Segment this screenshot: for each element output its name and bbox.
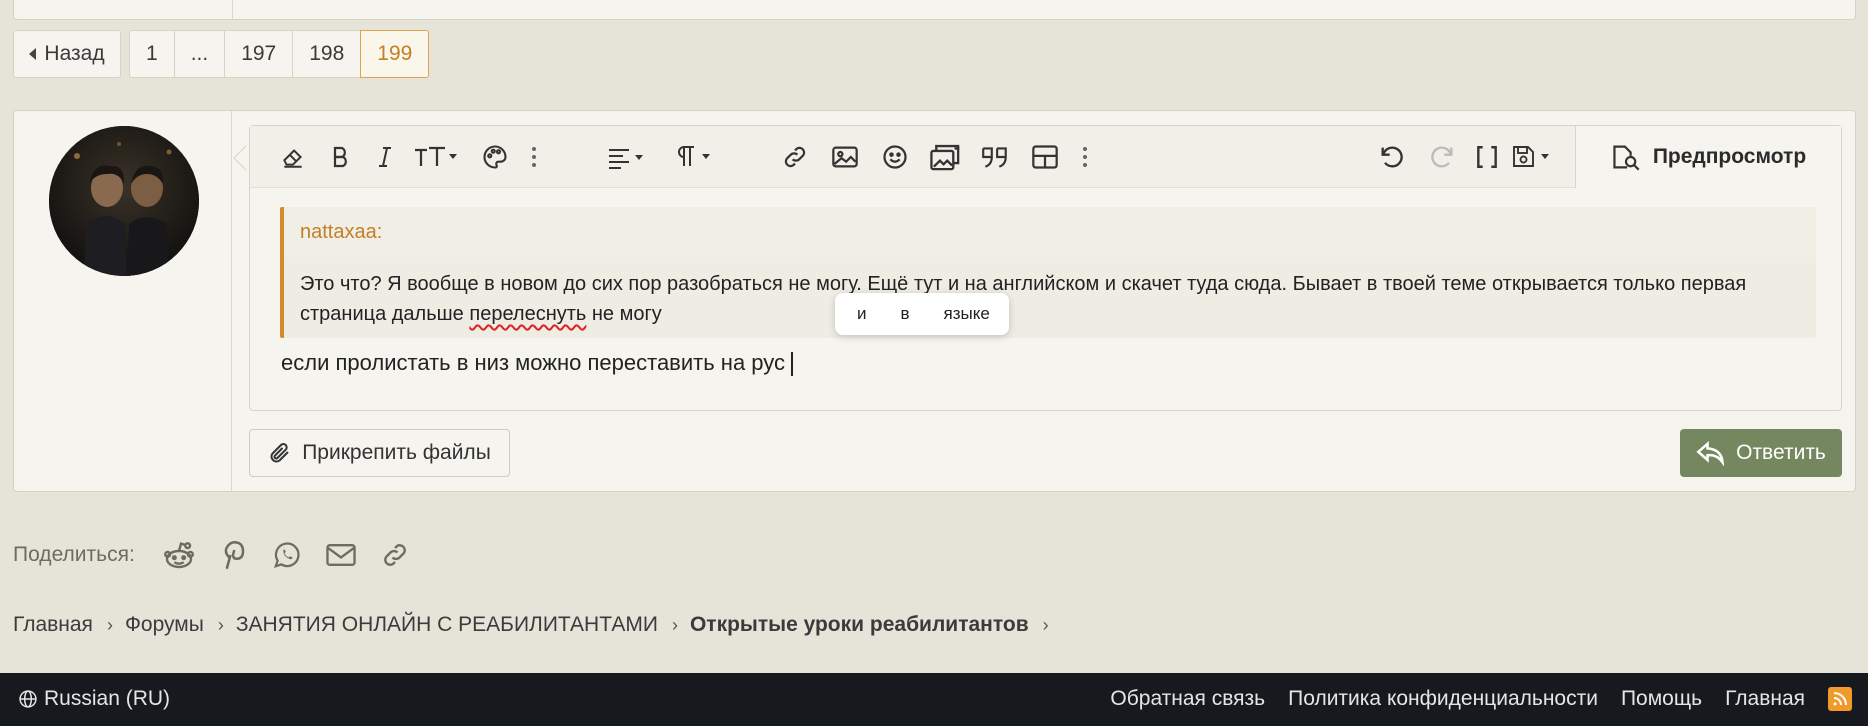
language-label: Russian (RU) <box>44 687 171 710</box>
link-icon[interactable] <box>778 138 812 176</box>
table-icon[interactable] <box>1028 138 1062 176</box>
rich-text-editor[interactable]: Предпросмотр nattaxaa: Это что? Я вообще… <box>249 125 1842 411</box>
text-caret <box>791 352 794 377</box>
rss-icon[interactable] <box>1828 687 1852 711</box>
email-icon[interactable] <box>323 537 359 573</box>
breadcrumb: Главная › Форумы › ЗАНЯТИЯ ОНЛАЙН С РЕАБ… <box>13 613 1061 637</box>
more-vertical-icon[interactable] <box>525 138 543 176</box>
image-icon[interactable] <box>828 138 862 176</box>
quick-reply-block: Предпросмотр nattaxaa: Это что? Я вообще… <box>13 110 1856 492</box>
preview-button[interactable]: Предпросмотр <box>1575 126 1841 188</box>
caret-left-icon <box>29 48 37 60</box>
redo-icon[interactable] <box>1425 138 1459 176</box>
breadcrumb-home[interactable]: Главная <box>13 613 93 637</box>
avatar[interactable] <box>49 126 199 276</box>
smiley-icon[interactable] <box>878 138 912 176</box>
pagination-back-label: Назад <box>44 42 105 65</box>
quote-text: Это что? Я вообще в новом до сих пор раз… <box>300 273 1747 325</box>
quote-block: nattaxaa: Это что? Я вообще в новом до с… <box>280 207 1816 338</box>
preview-icon <box>1613 145 1640 171</box>
quote-icon[interactable] <box>978 138 1012 176</box>
breadcrumb-forums[interactable]: Форумы <box>125 613 204 637</box>
suggestion-item[interactable]: и <box>857 304 867 324</box>
chevron-right-icon: › <box>1042 614 1049 635</box>
whatsapp-icon[interactable] <box>269 537 305 573</box>
breadcrumb-current-forum[interactable]: Открытые уроки реабилитантов <box>690 613 1029 637</box>
reply-icon <box>1696 440 1725 466</box>
breadcrumb-category[interactable]: ЗАНЯТИЯ ОНЛАЙН С РЕАБИЛИТАНТАМИ <box>236 613 658 637</box>
pagination-back-button[interactable]: Назад <box>13 30 121 78</box>
preview-label: Предпросмотр <box>1652 145 1807 168</box>
previous-post-bottom <box>13 0 1856 20</box>
share-label: Поделиться: <box>13 543 135 566</box>
page-ellipsis[interactable]: ... <box>173 30 225 78</box>
paperclip-icon <box>270 443 289 463</box>
page-link-1[interactable]: 1 <box>129 30 174 78</box>
eraser-icon[interactable] <box>276 138 310 176</box>
page-footer: Russian (RU) Обратная связь Политика кон… <box>0 673 1868 726</box>
message-input[interactable]: если пролистать в низ можно переставить … <box>281 350 794 377</box>
italic-icon[interactable] <box>370 138 400 176</box>
spellcheck-suggestions: и в языке <box>835 293 1009 335</box>
reply-label: Ответить <box>1736 441 1826 464</box>
bbcode-icon[interactable] <box>1472 138 1502 176</box>
language-chooser[interactable]: Russian (RU) <box>18 687 170 711</box>
palette-icon[interactable] <box>478 138 512 176</box>
chevron-right-icon: › <box>217 614 224 635</box>
chevron-right-icon: › <box>671 614 678 635</box>
reply-button[interactable]: Ответить <box>1680 429 1842 477</box>
media-icon[interactable] <box>928 138 964 176</box>
footer-link-home[interactable]: Главная <box>1725 687 1805 711</box>
footer-link-help[interactable]: Помощь <box>1621 687 1702 711</box>
attach-files-label: Прикрепить файлы <box>302 441 491 464</box>
page-link-197[interactable]: 197 <box>224 30 293 78</box>
page-link-198[interactable]: 198 <box>292 30 361 78</box>
page-link-current[interactable]: 199 <box>360 30 430 78</box>
link-icon[interactable] <box>377 537 413 573</box>
reddit-icon[interactable] <box>161 537 197 573</box>
more-vertical-icon[interactable] <box>1076 138 1094 176</box>
footer-links: Обратная связь Политика конфиденциальнос… <box>1110 687 1868 711</box>
footer-link-privacy[interactable]: Политика конфиденциальности <box>1288 687 1598 711</box>
pinterest-icon[interactable] <box>215 537 251 573</box>
align-icon[interactable] <box>607 138 653 176</box>
misspelled-word[interactable]: перелеснуть <box>469 303 586 325</box>
avatar-column <box>14 111 232 491</box>
undo-icon[interactable] <box>1375 138 1409 176</box>
share-bar: Поделиться: <box>13 535 413 575</box>
bold-icon[interactable] <box>326 138 356 176</box>
text-size-icon[interactable] <box>413 138 463 176</box>
quote-author[interactable]: nattaxaa: <box>284 207 1816 257</box>
suggestion-item[interactable]: в <box>901 304 910 324</box>
suggestion-item[interactable]: языке <box>944 304 990 324</box>
pagination: Назад 1 ... 197 198 199 <box>13 30 430 78</box>
chevron-right-icon: › <box>106 614 113 635</box>
footer-link-contact[interactable]: Обратная связь <box>1110 687 1265 711</box>
editor-toolbar: Предпросмотр <box>250 126 1841 188</box>
paragraph-icon[interactable] <box>674 138 718 176</box>
save-draft-icon[interactable] <box>1510 138 1558 176</box>
attach-files-button[interactable]: Прикрепить файлы <box>249 429 510 477</box>
globe-icon <box>19 690 37 708</box>
